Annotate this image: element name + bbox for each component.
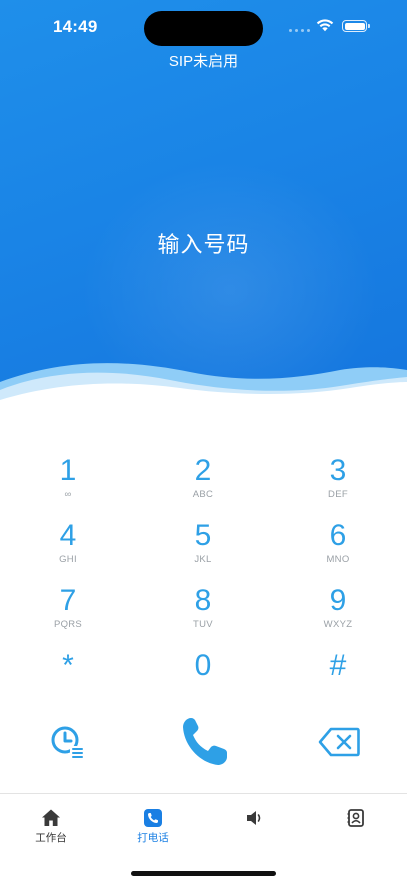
key-5[interactable]: 5 JKL xyxy=(153,519,253,577)
status-time: 14:49 xyxy=(53,17,98,36)
key-digit: 6 xyxy=(329,519,347,552)
call-button[interactable] xyxy=(180,714,230,768)
key-digit: 1 xyxy=(59,454,77,487)
key-3[interactable]: 3 DEF xyxy=(288,454,388,512)
wifi-icon xyxy=(316,19,334,32)
key-letters: TUV xyxy=(193,619,213,630)
call-history-button[interactable] xyxy=(50,724,86,760)
header-background: 14:49 SIP未启用 输入号码 xyxy=(0,0,407,400)
key-digit: 3 xyxy=(329,454,347,487)
battery-icon xyxy=(342,20,367,32)
tab-contacts[interactable] xyxy=(305,794,407,854)
key-7[interactable]: 7 PQRS xyxy=(18,584,118,642)
key-digit: 4 xyxy=(59,519,77,552)
key-digit: 2 xyxy=(194,454,212,487)
key-digit: 9 xyxy=(329,584,347,617)
tab-workbench[interactable]: 工作台 xyxy=(0,794,102,854)
dynamic-island xyxy=(144,11,263,46)
speaker-icon xyxy=(247,811,261,825)
key-letters: PQRS xyxy=(53,619,83,630)
home-icon xyxy=(42,809,60,826)
key-6[interactable]: 6 MNO xyxy=(288,519,388,577)
key-letters: WXYZ xyxy=(323,619,353,630)
key-letters: ABC xyxy=(192,489,214,500)
key-letters: ∞ xyxy=(64,489,72,500)
tab-speaker[interactable] xyxy=(204,794,306,854)
key-9[interactable]: 9 WXYZ xyxy=(288,584,388,642)
key-8[interactable]: 8 TUV xyxy=(153,584,253,642)
header-wave xyxy=(0,363,407,400)
key-letters: MNO xyxy=(326,554,350,565)
key-digit: # xyxy=(329,649,347,682)
key-digit: 7 xyxy=(59,584,77,617)
key-star[interactable]: * xyxy=(18,649,118,707)
phone-square-icon xyxy=(144,809,162,827)
key-hash[interactable]: # xyxy=(288,649,388,707)
status-bar: 14:49 xyxy=(0,0,407,54)
key-digit: 8 xyxy=(194,584,212,617)
home-indicator xyxy=(131,871,276,876)
key-4[interactable]: 4 GHI xyxy=(18,519,118,577)
backspace-button[interactable] xyxy=(318,727,360,757)
tab-call[interactable]: 打电话 xyxy=(102,794,204,854)
key-digit: 5 xyxy=(194,519,212,552)
sip-status-text: SIP未启用 xyxy=(168,53,239,70)
key-letters: DEF xyxy=(328,489,348,500)
key-digit: * xyxy=(62,649,74,682)
number-input-display[interactable]: 输入号码 xyxy=(0,227,407,259)
signal-dots-icon xyxy=(289,29,310,32)
key-letters: JKL xyxy=(194,554,212,565)
key-digit: 0 xyxy=(194,649,212,682)
key-letters: GHI xyxy=(59,554,77,565)
tab-label: 工作台 xyxy=(35,832,67,844)
key-0[interactable]: 0 xyxy=(153,649,253,707)
key-1[interactable]: 1 ∞ xyxy=(18,454,118,512)
contacts-icon xyxy=(347,809,364,827)
battery-cap xyxy=(368,24,370,28)
key-2[interactable]: 2 ABC xyxy=(153,454,253,512)
tab-label: 打电话 xyxy=(137,832,169,844)
